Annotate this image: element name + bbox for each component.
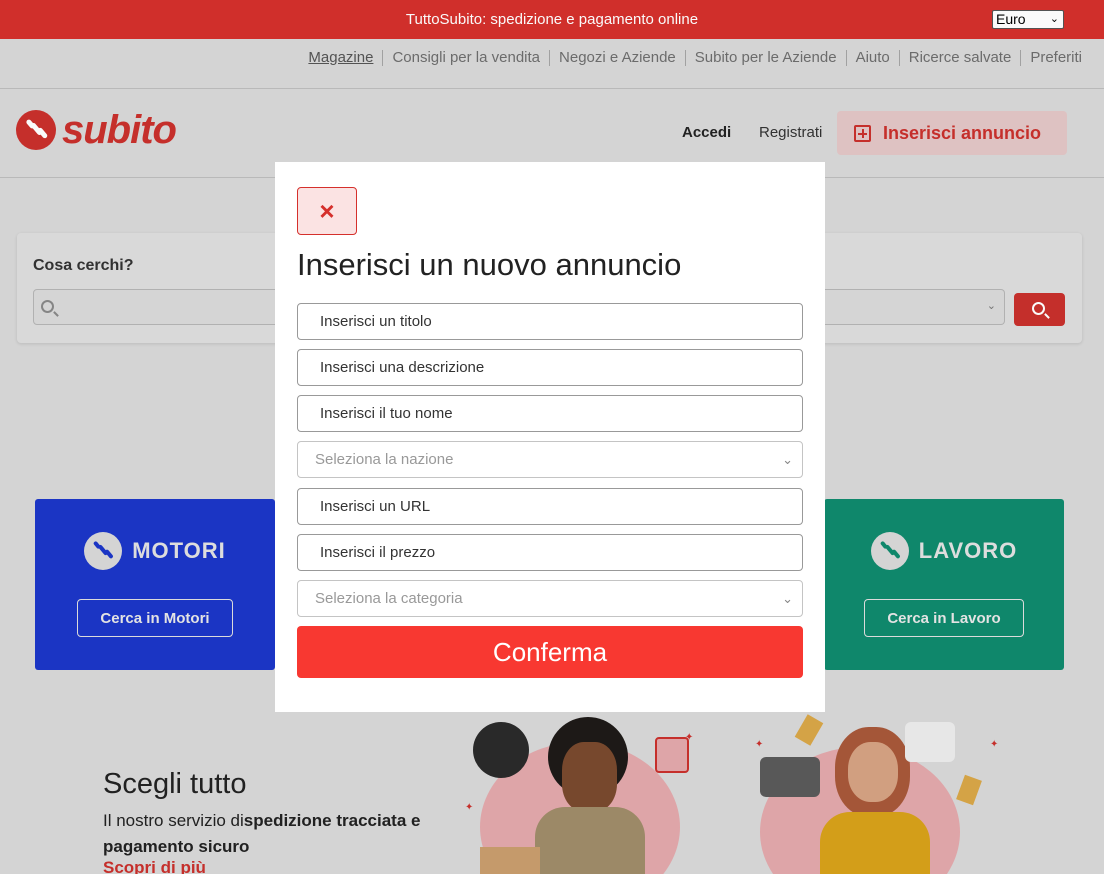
url-field[interactable]: Inserisci un URL (297, 488, 803, 525)
insert-ad-modal: × Inserisci un nuovo annuncio Inserisci … (275, 162, 825, 712)
confirm-button[interactable]: Conferma (297, 626, 803, 678)
category-select[interactable]: Seleziona la categoria ⌄ (297, 580, 803, 617)
price-field[interactable]: Inserisci il prezzo (297, 534, 803, 571)
category-select-value: Seleziona la categoria (315, 590, 463, 607)
modal-title: Inserisci un nuovo annuncio (297, 247, 682, 282)
chevron-down-icon: ⌄ (782, 452, 793, 467)
chevron-down-icon: ⌄ (782, 591, 793, 606)
title-field[interactable]: Inserisci un titolo (297, 303, 803, 340)
country-select-value: Seleziona la nazione (315, 451, 454, 468)
description-field[interactable]: Inserisci una descrizione (297, 349, 803, 386)
close-button[interactable]: × (297, 187, 357, 235)
close-icon: × (319, 196, 335, 226)
country-select[interactable]: Seleziona la nazione ⌄ (297, 441, 803, 478)
name-field[interactable]: Inserisci il tuo nome (297, 395, 803, 432)
